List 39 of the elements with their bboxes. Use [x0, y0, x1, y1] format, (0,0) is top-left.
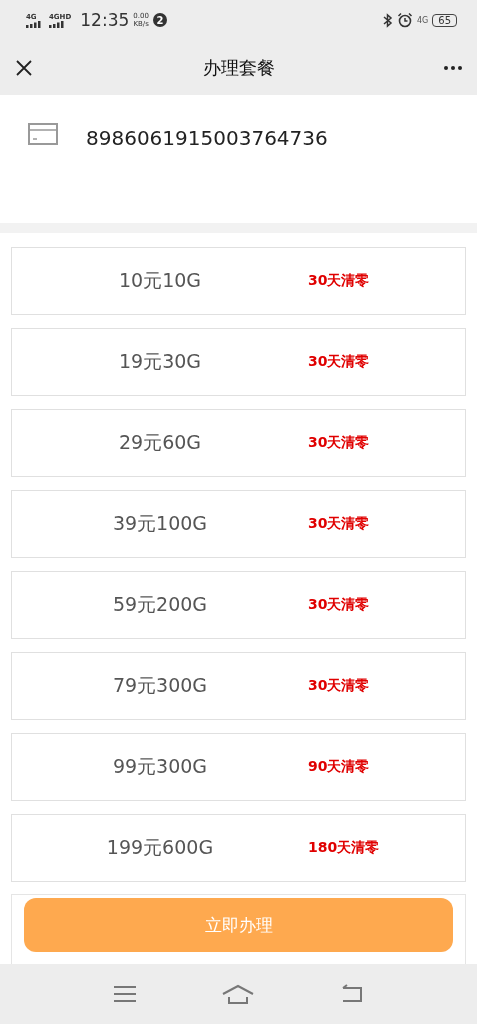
reset-period: 30天清零 — [308, 515, 370, 533]
plan-option[interactable]: 59元200G 30天清零 — [11, 571, 466, 639]
menu-icon[interactable] — [111, 983, 138, 1005]
plan-option[interactable]: 29元60G 30天清零 — [11, 409, 466, 477]
more-icon[interactable] — [443, 64, 463, 71]
reset-period: 30天清零 — [308, 677, 370, 695]
reset-period: 30天清零 — [308, 596, 370, 614]
plan-name: 10元10G — [117, 268, 203, 293]
notification-badge: 2 — [152, 13, 167, 27]
plan-name: 199元600G — [105, 835, 215, 860]
plan-option[interactable]: 79元300G 30天清零 — [11, 652, 466, 720]
network-label: 4G — [416, 15, 429, 25]
plan-option[interactable]: 99元300G 90天清零 — [11, 733, 466, 801]
reset-period: 180天清零 — [308, 839, 380, 857]
plan-name: 29元60G — [117, 430, 203, 455]
alarm-clock-icon — [396, 12, 413, 28]
plan-name: 99元300G — [111, 754, 209, 779]
plan-option[interactable]: 10元10G 30天清零 — [11, 247, 466, 315]
bluetooth-icon — [382, 12, 393, 28]
plan-option[interactable]: 39元100G 30天清零 — [11, 490, 466, 558]
battery-level: 65 — [432, 13, 457, 27]
plan-name: 39元100G — [111, 511, 209, 536]
reset-period: 90天清零 — [308, 758, 370, 776]
card-icon — [28, 123, 58, 145]
signal-icon — [49, 20, 65, 28]
reset-period: 30天清零 — [308, 272, 370, 290]
signal-icon — [26, 20, 42, 28]
reset-period: 30天清零 — [308, 353, 370, 371]
plan-name: 79元300G — [111, 673, 209, 698]
plan-option[interactable]: 19元30G 30天清零 — [11, 328, 466, 396]
home-icon[interactable] — [221, 983, 256, 1005]
clock-time: 12:35 — [80, 10, 130, 30]
page-title: 办理套餐 — [201, 55, 276, 80]
card-number: 8986061915003764736 — [86, 126, 328, 150]
plan-option[interactable]: 199元600G 180天清零 — [11, 814, 466, 882]
reset-period: 30天清零 — [308, 434, 370, 452]
plan-name: 19元30G — [117, 349, 203, 374]
plan-name: 59元200G — [111, 592, 209, 617]
close-icon[interactable] — [14, 57, 34, 78]
